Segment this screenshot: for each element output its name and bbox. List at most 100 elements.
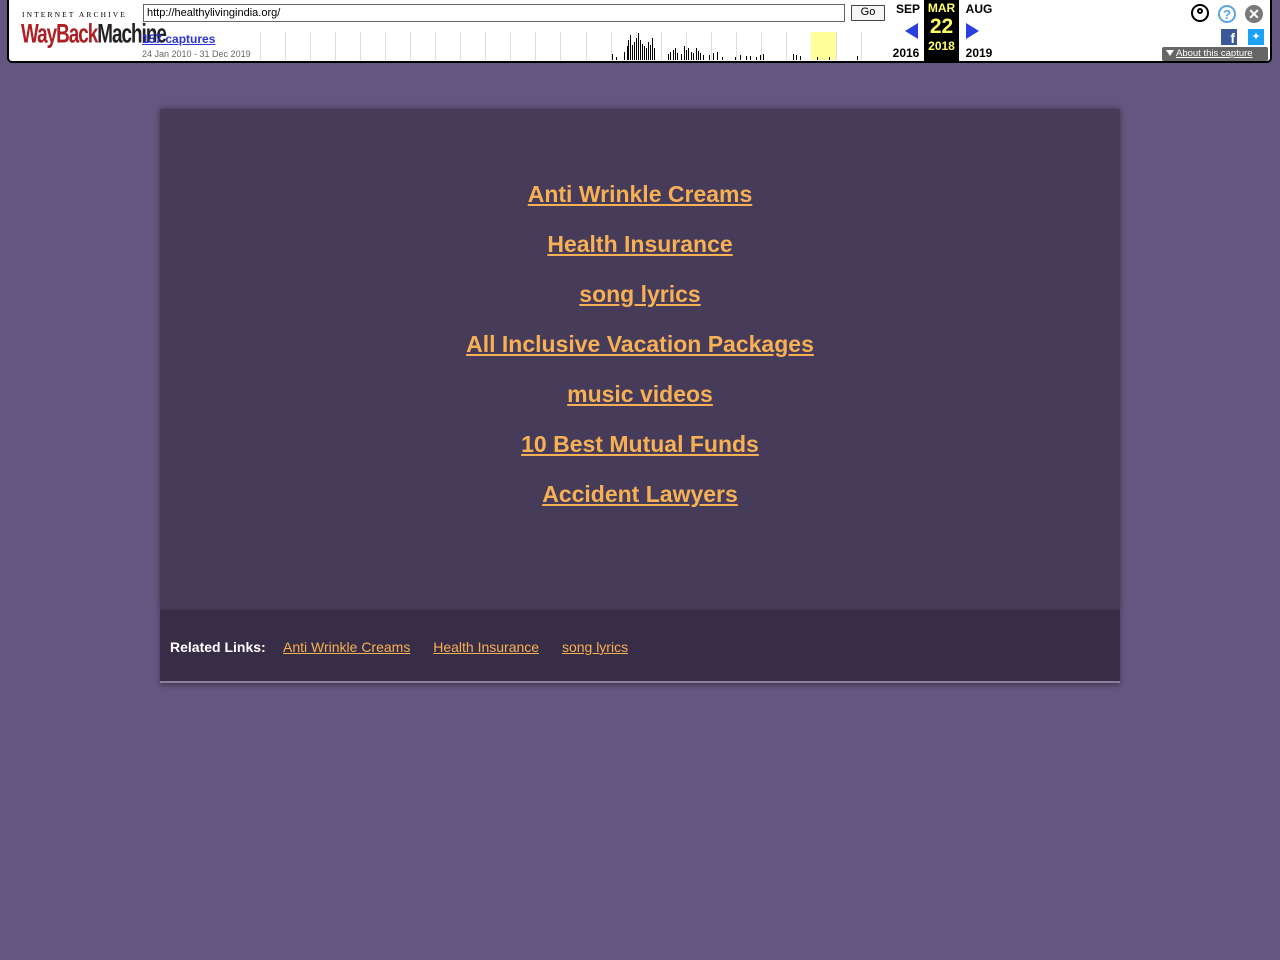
sparkline-year-column[interactable] <box>260 32 285 60</box>
sparkline-bar <box>630 35 631 60</box>
user-icon[interactable] <box>1191 4 1209 22</box>
next-capture-arrow-icon[interactable] <box>966 23 979 39</box>
sparkline-bar <box>644 46 645 60</box>
sparkline-year-column[interactable] <box>310 32 335 60</box>
capture-range: 24 Jan 2010 - 31 Dec 2019 <box>142 49 251 59</box>
current-capture-date: MAR 22 2018 <box>924 0 959 63</box>
sparkline-year-column[interactable] <box>385 32 410 60</box>
related-links: Anti Wrinkle Creams Health Insurance son… <box>283 639 647 655</box>
sparkline-bar <box>817 57 818 60</box>
link-song-lyrics[interactable]: song lyrics <box>579 281 700 307</box>
related-link-song-lyrics[interactable]: song lyrics <box>562 639 628 655</box>
sparkline-bar <box>750 56 751 60</box>
sparkline-year-column[interactable] <box>485 32 510 60</box>
twitter-icon[interactable]: ✦ <box>1248 29 1264 45</box>
sparkline-year-column[interactable] <box>760 32 786 60</box>
sparkline-year-column[interactable] <box>535 32 560 60</box>
sparkline-year-column[interactable] <box>560 32 585 60</box>
sparkline-year-column[interactable] <box>435 32 460 60</box>
sparkline-bar <box>793 54 794 60</box>
list-item: Accident Lawyers <box>160 475 1120 525</box>
link-best-mutual-funds[interactable]: 10 Best Mutual Funds <box>521 431 759 457</box>
prev-month-label[interactable]: SEP <box>893 2 923 16</box>
next-year-label[interactable]: 2019 <box>962 46 996 60</box>
sparkline-bar <box>616 57 617 60</box>
sparkline-bar <box>681 54 682 60</box>
captures-link[interactable]: 157 captures <box>142 32 215 46</box>
sparkline-year-column[interactable] <box>285 32 310 60</box>
related-links-label: Related Links: <box>170 639 266 655</box>
sparkline-year-column[interactable] <box>360 32 385 60</box>
list-item: 10 Best Mutual Funds <box>160 425 1120 475</box>
sparkline-bar <box>638 33 639 60</box>
current-year: 2018 <box>928 39 955 53</box>
main-content-panel: Anti Wrinkle Creams Health Insurance son… <box>160 109 1120 610</box>
sparkline-year-column[interactable] <box>585 32 611 60</box>
sparkline-year-column[interactable] <box>410 32 435 60</box>
sparkline-bar <box>796 55 797 60</box>
sparkline-bar <box>700 53 701 60</box>
sparkline-bar <box>760 55 761 60</box>
prev-capture-arrow-icon[interactable] <box>905 23 918 39</box>
next-month-label[interactable]: AUG <box>962 2 996 16</box>
sparkline-bar <box>675 48 676 60</box>
sparkline-bar <box>857 56 858 60</box>
sparkline-bar <box>698 51 699 60</box>
sparkline-bar <box>646 48 647 60</box>
sparkline-bar <box>686 50 687 60</box>
facebook-icon[interactable]: f <box>1221 29 1237 46</box>
sparkline-bar <box>673 50 674 60</box>
link-accident-lawyers[interactable]: Accident Lawyers <box>542 481 738 507</box>
sparkline-bar <box>735 57 736 60</box>
help-icon[interactable]: ? <box>1218 5 1236 23</box>
sparkline-bar <box>746 56 747 60</box>
go-button[interactable]: Go <box>851 5 885 21</box>
sparkline-bar <box>668 54 669 60</box>
sparkline-bar <box>684 46 685 60</box>
wayback-logo[interactable]: INTERNET ARCHIVE WayBackMachine <box>21 9 167 49</box>
sparkline-bar <box>634 42 635 60</box>
sparkline-bar <box>756 57 757 60</box>
url-input[interactable]: http://healthylivingindia.org/ <box>143 4 845 22</box>
link-anti-wrinkle-creams[interactable]: Anti Wrinkle Creams <box>528 181 753 207</box>
sparkline-bar <box>703 55 704 60</box>
list-item: music videos <box>160 375 1120 425</box>
link-health-insurance[interactable]: Health Insurance <box>547 231 732 257</box>
sparkline-bar <box>800 56 801 60</box>
link-list: Anti Wrinkle Creams Health Insurance son… <box>160 175 1120 525</box>
sparkline-bar <box>652 38 653 60</box>
prev-year-label[interactable]: 2016 <box>889 46 923 60</box>
sparkline-year-column[interactable] <box>510 32 535 60</box>
sparkline-bar <box>624 52 625 60</box>
sparkline-bar <box>688 48 689 60</box>
about-capture-button[interactable]: About this capture <box>1162 47 1268 61</box>
sparkline-bar <box>763 54 764 60</box>
sparkline-year-column[interactable] <box>785 32 811 60</box>
related-link-health-insurance[interactable]: Health Insurance <box>433 639 539 655</box>
sparkline-bar <box>648 42 649 60</box>
sparkline-bar <box>654 48 655 60</box>
link-music-videos[interactable]: music videos <box>567 381 713 407</box>
sparkline-year-column[interactable] <box>860 32 886 60</box>
sparkline-bar <box>632 45 633 60</box>
related-link-anti-wrinkle-creams[interactable]: Anti Wrinkle Creams <box>283 639 410 655</box>
list-item: All Inclusive Vacation Packages <box>160 325 1120 375</box>
sparkline-bar <box>693 53 694 60</box>
wayback-toolbar: INTERNET ARCHIVE WayBackMachine http://h… <box>7 0 1272 63</box>
sparkline-bar <box>640 40 641 60</box>
related-links-footer: Related Links: Anti Wrinkle Creams Healt… <box>160 610 1120 683</box>
sparkline-year-column[interactable] <box>335 32 360 60</box>
sparkline-bar <box>650 45 651 60</box>
sparkline-bar <box>717 52 718 60</box>
list-item: Anti Wrinkle Creams <box>160 175 1120 225</box>
sparkline-year-column[interactable] <box>460 32 485 60</box>
capture-sparkline[interactable] <box>260 32 886 60</box>
close-icon[interactable]: ✕ <box>1245 5 1263 23</box>
sparkline-bar <box>670 52 671 60</box>
sparkline-bar <box>709 55 710 60</box>
sparkline-year-column[interactable] <box>710 32 736 60</box>
list-item: song lyrics <box>160 275 1120 325</box>
sparkline-bar <box>713 53 714 60</box>
sparkline-bar <box>829 57 830 60</box>
link-all-inclusive-vacation-packages[interactable]: All Inclusive Vacation Packages <box>466 331 814 357</box>
